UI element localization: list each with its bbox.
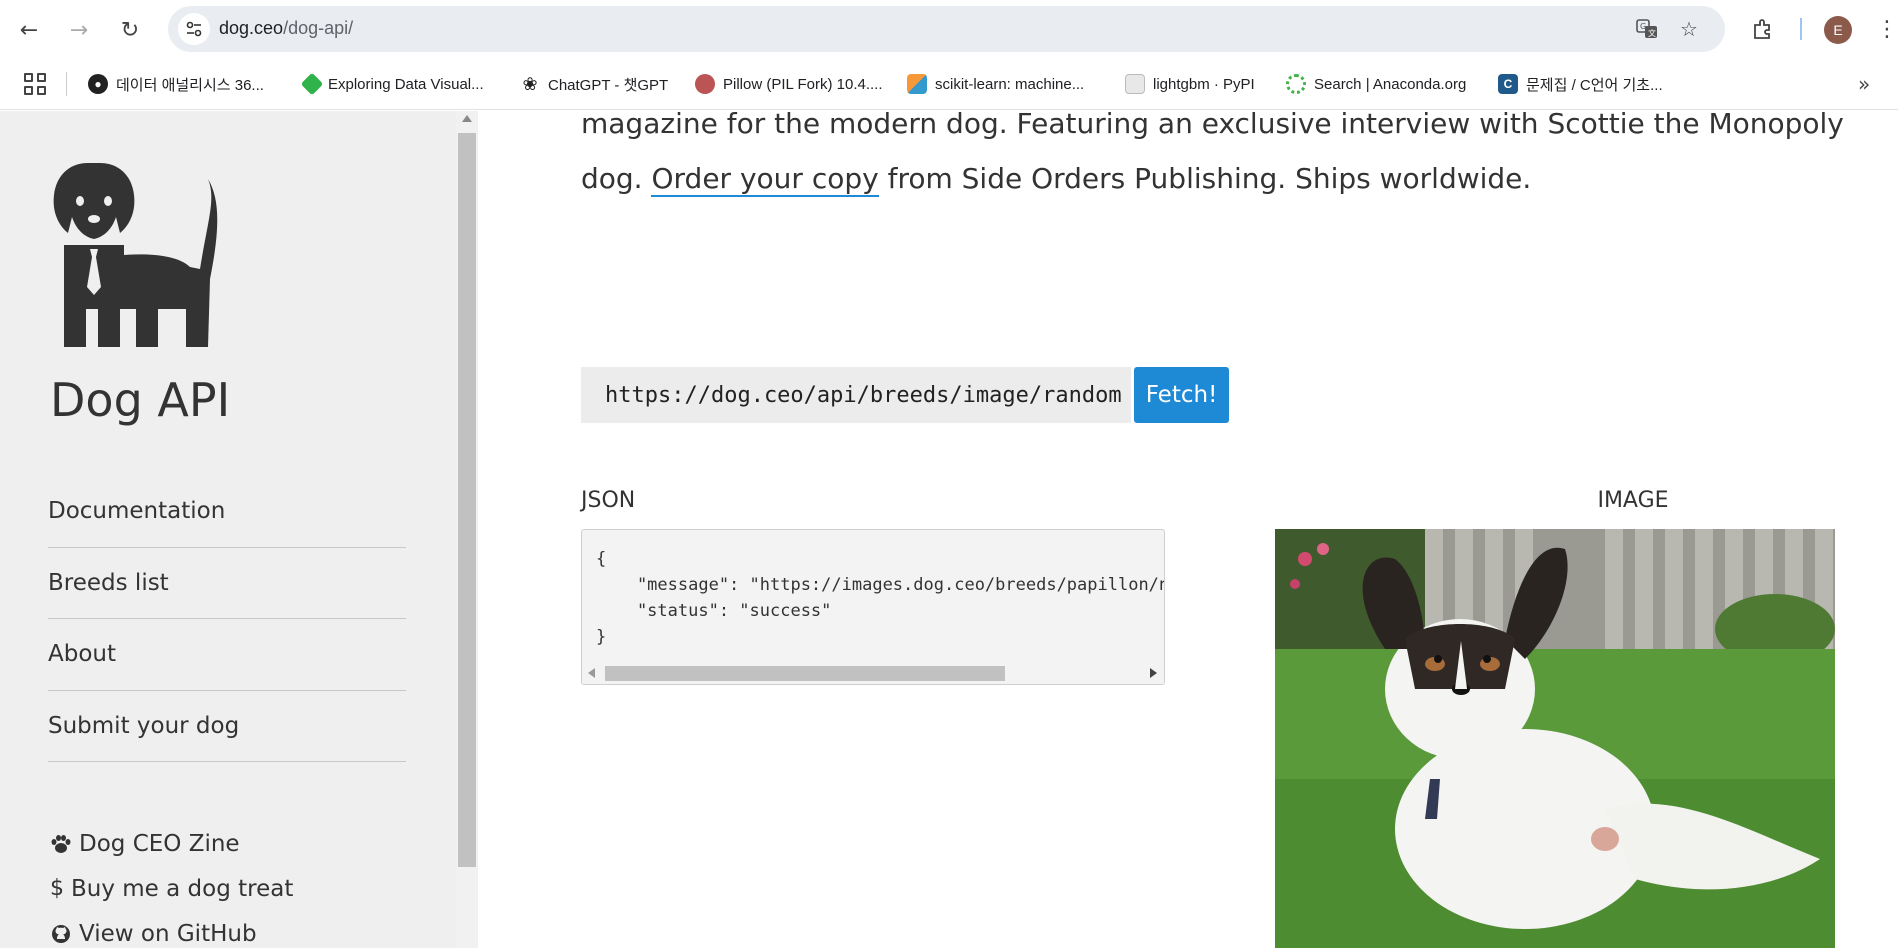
- toolbar-divider: [1800, 18, 1802, 40]
- buy-dog-treat-link[interactable]: $ Buy me a dog treat: [49, 866, 293, 911]
- address-bar[interactable]: dog.ceo/dog-api/ G文 ☆: [168, 6, 1725, 52]
- diamond-icon: [300, 72, 324, 96]
- site-info-icon[interactable]: [178, 13, 210, 45]
- bookmark-label: lightgbm · PyPI: [1153, 75, 1255, 93]
- bookmark-label: 데이터 애널리시스 36...: [116, 76, 264, 94]
- forward-icon[interactable]: →: [62, 13, 96, 47]
- json-output[interactable]: { "message": "https://images.dog.ceo/bre…: [581, 529, 1165, 685]
- page-viewport: Dog API Documentation Breeds list About …: [0, 111, 1898, 948]
- pypi-icon: [1125, 74, 1145, 94]
- sidebar-item-submit-your-dog[interactable]: Submit your dog: [48, 691, 406, 762]
- sidebar-extra-links: Dog CEO Zine $ Buy me a dog treat View o…: [49, 821, 293, 948]
- intro-line-2-post: from Side Orders Publishing. Ships world…: [878, 162, 1532, 195]
- link-label: Buy me a dog treat: [71, 875, 294, 902]
- github-icon: [49, 924, 73, 944]
- anaconda-icon: [1286, 74, 1306, 94]
- bookmark-label: Pillow (PIL Fork) 10.4....: [723, 75, 883, 93]
- main-content: magazine for the modern dog. Featuring a…: [478, 111, 1898, 948]
- json-scroll-thumb[interactable]: [605, 666, 1005, 681]
- sklearn-icon: [907, 74, 927, 94]
- sidebar-scroll-thumb[interactable]: [458, 133, 476, 867]
- sidebar-item-breeds-list[interactable]: Breeds list: [48, 548, 406, 619]
- bookmark-label: Search | Anaconda.org: [1314, 75, 1467, 93]
- url-path: /dog-api/: [283, 18, 354, 38]
- svg-text:G: G: [1640, 22, 1646, 31]
- brand-title[interactable]: Dog API: [50, 373, 230, 427]
- scroll-right-arrow-icon[interactable]: [1150, 668, 1157, 678]
- bookmark-item[interactable]: Exploring Data Visual...: [300, 71, 484, 97]
- bookmark-item[interactable]: C 문제집 / C언어 기초...: [1498, 71, 1663, 97]
- paw-icon: [49, 834, 73, 854]
- bookmark-item[interactable]: Pillow (PIL Fork) 10.4....: [695, 71, 883, 97]
- scroll-left-arrow-icon[interactable]: [588, 668, 595, 678]
- bookmark-item[interactable]: scikit-learn: machine...: [907, 71, 1084, 97]
- dog-ceo-zine-link[interactable]: Dog CEO Zine: [49, 821, 293, 866]
- url-text[interactable]: dog.ceo/dog-api/: [219, 18, 353, 39]
- sidebar-item-documentation[interactable]: Documentation: [48, 476, 406, 548]
- bookmark-star-icon[interactable]: ☆: [1676, 16, 1702, 42]
- bookmark-item[interactable]: ● 데이터 애널리시스 36...: [88, 71, 264, 97]
- openai-icon: ❀: [522, 73, 538, 94]
- dollar-icon: $: [50, 876, 64, 901]
- svg-text:文: 文: [1648, 28, 1656, 38]
- url-host: dog.ceo: [219, 18, 284, 38]
- back-icon[interactable]: ←: [12, 13, 46, 47]
- intro-paragraph: magazine for the modern dog. Featuring a…: [581, 111, 1881, 206]
- bookmark-item[interactable]: ❀ ChatGPT - 챗GPT: [520, 71, 668, 97]
- api-url-field[interactable]: https://dog.ceo/api/breeds/image/random: [581, 367, 1131, 423]
- dog-api-logo: [53, 163, 218, 347]
- github-icon: ●: [88, 74, 108, 94]
- bookmark-label: 문제집 / C언어 기초...: [1526, 76, 1663, 94]
- dog-photo: [1275, 529, 1835, 948]
- scroll-up-arrow-icon[interactable]: [462, 115, 472, 122]
- sidebar-item-about[interactable]: About: [48, 619, 406, 691]
- fetch-row: https://dog.ceo/api/breeds/image/random …: [581, 367, 1229, 423]
- view-on-github-link[interactable]: View on GitHub: [49, 911, 293, 948]
- link-label: View on GitHub: [79, 920, 257, 947]
- bookmark-label: ChatGPT - 챗GPT: [548, 76, 669, 94]
- bookmark-label: scikit-learn: machine...: [935, 75, 1085, 93]
- browser-toolbar: ← → ↻ dog.ceo/dog-api/ G文 ☆ E ⋮: [0, 0, 1898, 58]
- link-label: Dog CEO Zine: [79, 830, 240, 857]
- translate-icon[interactable]: G文: [1634, 16, 1660, 42]
- extensions-icon[interactable]: [1748, 14, 1778, 44]
- bookmarks-bar: ● 데이터 애널리시스 36... Exploring Data Visual.…: [0, 58, 1898, 110]
- pillow-icon: [695, 74, 715, 94]
- json-heading: JSON: [581, 488, 636, 513]
- bookmark-label: Exploring Data Visual...: [328, 75, 484, 93]
- profile-avatar[interactable]: E: [1824, 16, 1852, 44]
- code-icon: C: [1498, 74, 1518, 94]
- intro-line-1: magazine for the modern dog. Featuring a…: [581, 111, 1844, 140]
- image-heading: IMAGE: [1597, 488, 1669, 513]
- bookmark-item[interactable]: Search | Anaconda.org: [1286, 71, 1466, 97]
- intro-line-2-pre: dog.: [581, 162, 652, 195]
- sidebar-nav: Documentation Breeds list About Submit y…: [48, 476, 406, 762]
- json-text: { "message": "https://images.dog.ceo/bre…: [596, 549, 1165, 647]
- json-horizontal-scrollbar[interactable]: [582, 662, 1164, 684]
- fetch-button[interactable]: Fetch!: [1134, 367, 1229, 423]
- sidebar: Dog API Documentation Breeds list About …: [0, 111, 478, 948]
- order-copy-link[interactable]: Order your copy: [651, 162, 879, 197]
- more-menu-icon[interactable]: ⋮: [1876, 14, 1898, 44]
- more-bookmarks-icon[interactable]: »: [1858, 72, 1870, 96]
- reload-icon[interactable]: ↻: [113, 13, 147, 47]
- bookmark-item[interactable]: lightgbm · PyPI: [1125, 71, 1255, 97]
- apps-grid-icon[interactable]: [22, 71, 46, 95]
- bookmarks-separator: [66, 72, 67, 96]
